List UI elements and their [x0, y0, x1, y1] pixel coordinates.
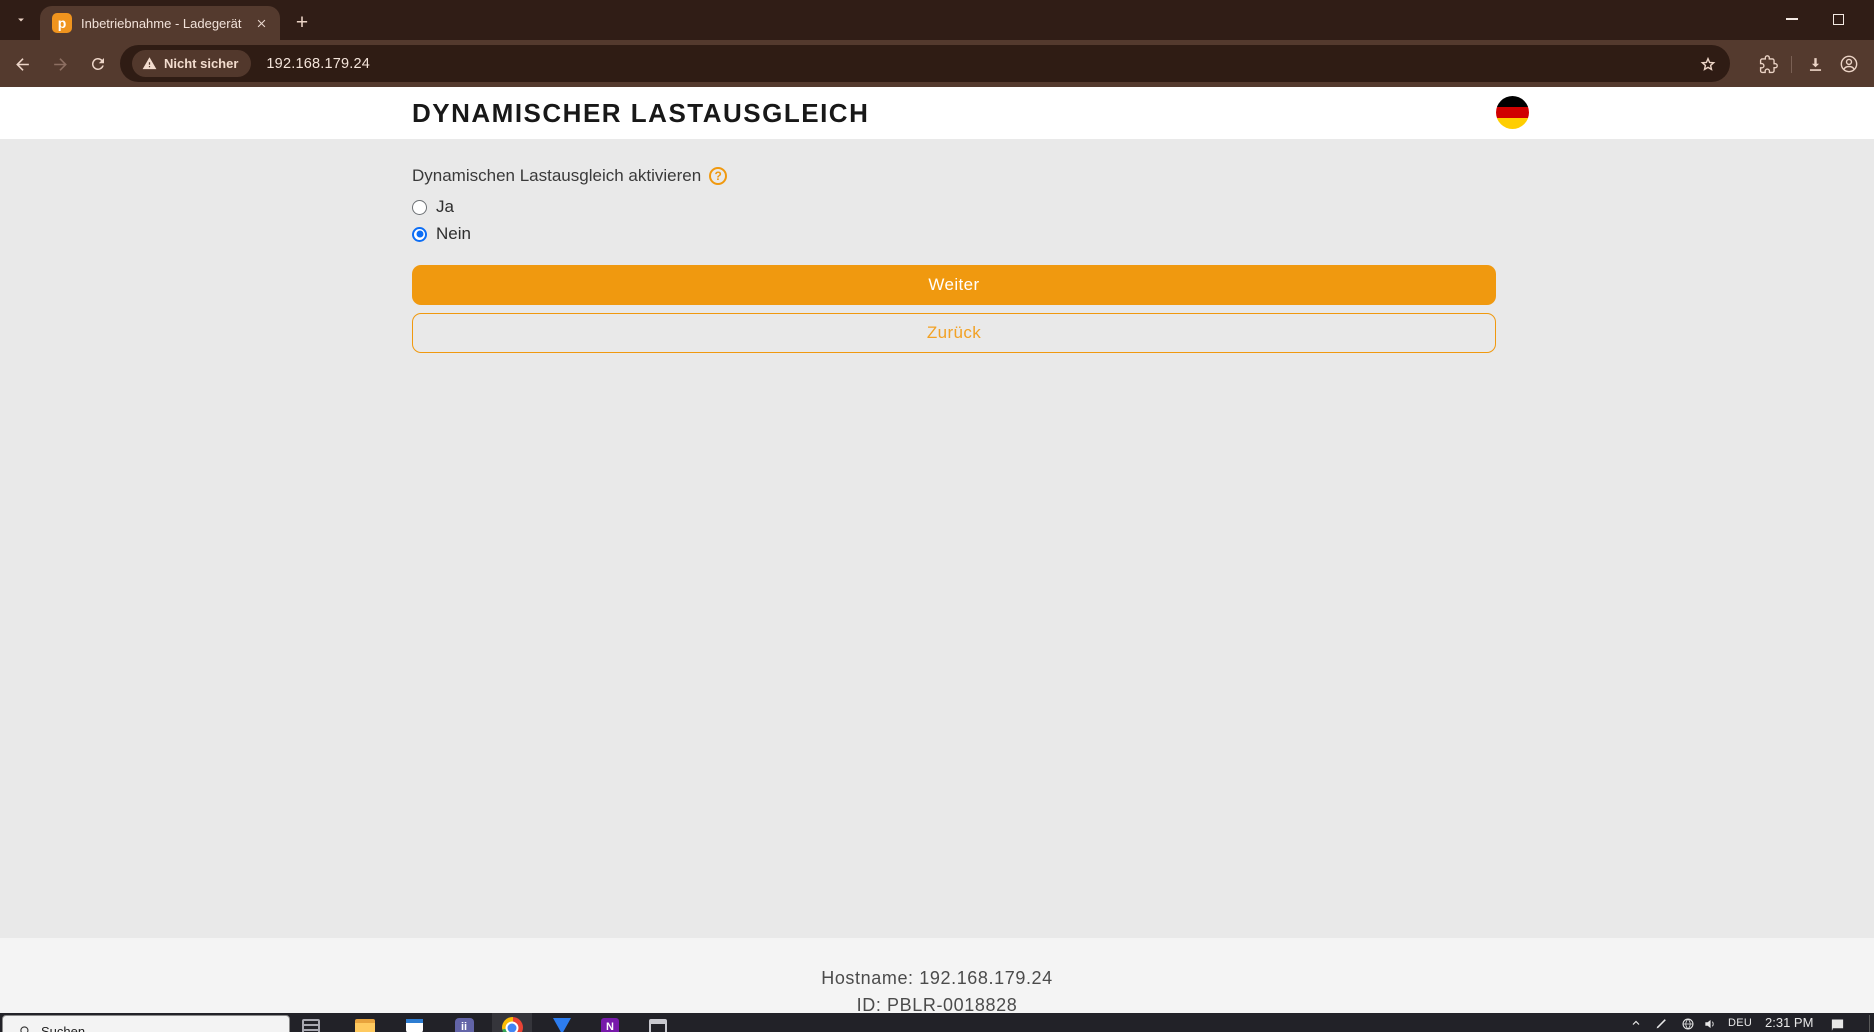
taskbar-app-chrome[interactable]	[500, 1016, 524, 1032]
action-center-icon	[1830, 1017, 1845, 1032]
taskbar-search-box[interactable]: Suchen	[2, 1015, 290, 1032]
tab-favicon-icon: p	[52, 13, 72, 33]
taskbar-app-blue[interactable]	[550, 1016, 574, 1032]
star-icon	[1698, 54, 1718, 74]
tab-close-button[interactable]	[252, 14, 270, 32]
taskview-icon	[302, 1019, 320, 1032]
taskbar-app-teams[interactable]: ii	[452, 1016, 476, 1032]
tab-search-button[interactable]	[8, 7, 34, 33]
teams-icon: ii	[455, 1018, 474, 1032]
tray-volume-button[interactable]	[1703, 1017, 1717, 1031]
chevron-down-icon	[14, 13, 28, 27]
minimize-button[interactable]	[1769, 0, 1815, 38]
form-container: Dynamischen Lastausgleich aktivieren ? J…	[412, 139, 1496, 353]
address-bar[interactable]: Nicht sicher 192.168.179.24	[120, 45, 1730, 82]
weiter-button[interactable]: Weiter	[412, 265, 1496, 305]
toolbar-actions	[1751, 48, 1866, 80]
browser-tab-active[interactable]: p Inbetriebnahme - Ladegerät	[40, 6, 280, 40]
close-icon	[255, 17, 268, 30]
show-desktop-button[interactable]	[1869, 1015, 1870, 1032]
folder-icon	[355, 1019, 375, 1032]
hostname-text: Hostname: 192.168.179.24	[0, 965, 1874, 992]
clock[interactable]: 2:31 PM	[1765, 1015, 1813, 1030]
maximize-button[interactable]	[1815, 0, 1861, 38]
new-tab-button[interactable]: +	[288, 9, 316, 37]
blue-app-icon	[553, 1018, 571, 1032]
page-header: DYNAMISCHER LASTAUSGLEICH	[0, 87, 1874, 139]
extensions-button[interactable]	[1751, 48, 1785, 80]
chrome-icon	[502, 1017, 523, 1032]
taskbar-app-window[interactable]	[646, 1016, 670, 1032]
onenote-icon: N	[601, 1018, 619, 1032]
radio-label-nein: Nein	[436, 224, 471, 244]
window-controls	[1769, 0, 1861, 38]
toolbar-divider	[1791, 56, 1792, 73]
windows-taskbar: Suchen ii N DEU 2:31 PM	[0, 1013, 1874, 1032]
bookmark-button[interactable]	[1698, 54, 1718, 74]
zurueck-button[interactable]: Zurück	[412, 313, 1496, 353]
help-icon[interactable]: ?	[709, 167, 727, 185]
page-title: DYNAMISCHER LASTAUSGLEICH	[412, 98, 869, 129]
app-window-icon	[649, 1019, 667, 1032]
taskbar-app-onenote[interactable]: N	[598, 1016, 622, 1032]
radio-option-nein[interactable]: Nein	[412, 224, 1496, 244]
warning-triangle-icon	[142, 56, 157, 71]
downloads-button[interactable]	[1798, 48, 1832, 80]
forward-button[interactable]	[44, 48, 76, 80]
network-globe-icon	[1681, 1017, 1695, 1031]
radio-checked-icon[interactable]	[412, 227, 427, 242]
radio-label-ja: Ja	[436, 197, 454, 217]
tray-network-button[interactable]	[1681, 1017, 1695, 1031]
pen-icon	[1655, 1017, 1668, 1030]
back-button[interactable]	[6, 48, 38, 80]
language-indicator[interactable]: DEU	[1728, 1017, 1752, 1029]
question-row: Dynamischen Lastausgleich aktivieren ?	[412, 166, 1496, 186]
chevron-up-icon	[1630, 1017, 1642, 1029]
browser-toolbar: Nicht sicher 192.168.179.24	[0, 40, 1874, 87]
radio-option-ja[interactable]: Ja	[412, 197, 1496, 217]
download-icon	[1806, 55, 1825, 74]
action-center-button[interactable]	[1830, 1017, 1845, 1032]
puzzle-icon	[1759, 55, 1778, 74]
back-arrow-icon	[13, 55, 32, 74]
url-text[interactable]: 192.168.179.24	[266, 56, 370, 72]
reload-icon	[89, 55, 107, 73]
taskbar-app-taskview[interactable]	[299, 1016, 323, 1032]
page-main: Dynamischen Lastausgleich aktivieren ? J…	[0, 139, 1874, 938]
tray-expand-button[interactable]	[1630, 1017, 1642, 1029]
tab-title: Inbetriebnahme - Ladegerät	[81, 16, 246, 31]
security-chip[interactable]: Nicht sicher	[132, 50, 251, 77]
speaker-icon	[1703, 1017, 1717, 1031]
radio-unchecked-icon[interactable]	[412, 200, 427, 215]
profile-button[interactable]	[1832, 48, 1866, 80]
taskbar-app-explorer[interactable]	[353, 1016, 377, 1032]
reload-button[interactable]	[82, 48, 114, 80]
store-bag-icon	[406, 1019, 423, 1032]
question-label: Dynamischen Lastausgleich aktivieren	[412, 166, 701, 186]
tray-pen-button[interactable]	[1655, 1017, 1668, 1030]
search-icon	[19, 1025, 32, 1032]
profile-icon	[1839, 54, 1859, 74]
security-label: Nicht sicher	[164, 56, 238, 71]
browser-tabstrip: p Inbetriebnahme - Ladegerät +	[0, 0, 1874, 40]
language-flag-germany-icon[interactable]	[1496, 96, 1529, 129]
minimize-icon	[1786, 18, 1798, 20]
taskbar-app-store[interactable]	[402, 1016, 426, 1032]
forward-arrow-icon	[51, 55, 70, 74]
screen: p Inbetriebnahme - Ladegerät + Nicht sic…	[0, 0, 1874, 1032]
maximize-icon	[1833, 14, 1844, 25]
taskbar-search-label: Suchen	[41, 1024, 85, 1032]
